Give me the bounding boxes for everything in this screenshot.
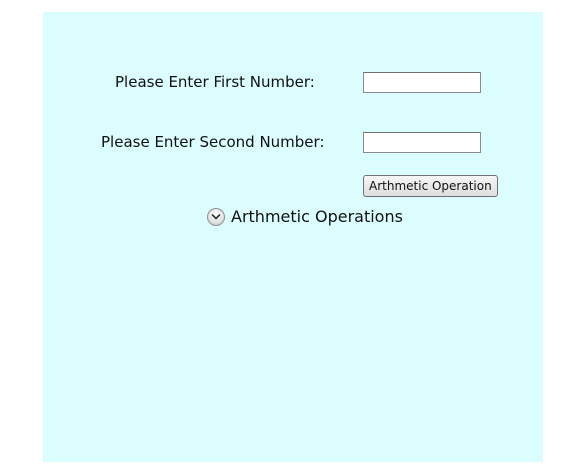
second-number-label: Please Enter Second Number: <box>101 133 325 151</box>
form-panel: Please Enter First Number: Please Enter … <box>43 12 543 462</box>
expander-label: Arthmetic Operations <box>231 207 403 226</box>
chevron-down-icon <box>207 207 225 226</box>
arithmetic-operations-expander[interactable]: Arthmetic Operations <box>207 207 403 226</box>
first-number-label: Please Enter First Number: <box>115 73 315 91</box>
first-number-input[interactable] <box>363 72 481 93</box>
second-number-input[interactable] <box>363 132 481 153</box>
arithmetic-operation-button[interactable]: Arthmetic Operation <box>363 175 498 197</box>
